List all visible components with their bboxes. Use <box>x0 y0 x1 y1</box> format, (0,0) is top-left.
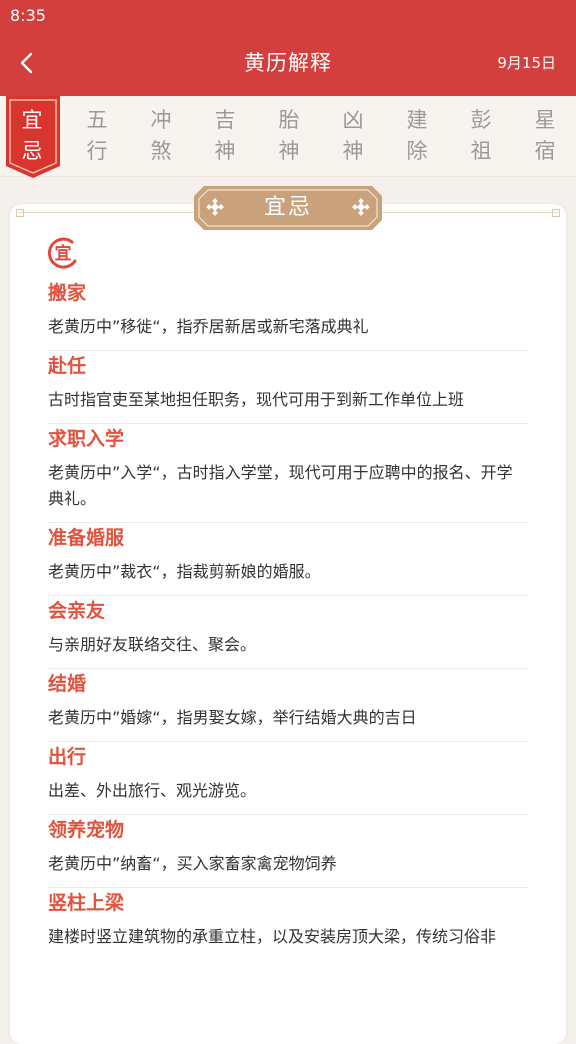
list-item: 搬家 老黄历中”移徙“，指乔居新居或新宅落成典礼 <box>48 278 528 351</box>
tab-xiongshen[interactable]: 凶神 <box>321 96 385 176</box>
title-bar: 黄历解释 9月15日 <box>0 30 576 96</box>
frame-corner-left <box>16 209 24 217</box>
entry-title: 结婚 <box>48 673 87 695</box>
entry-list: 搬家 老黄历中”移徙“，指乔居新居或新宅落成典礼 赴任 古时指官吏至某地担任职务… <box>48 278 528 960</box>
entry-title: 准备婚服 <box>48 527 125 549</box>
entry-title: 搬家 <box>48 282 87 304</box>
entry-description: 老黄历中”入学“，古时指入学堂，现代可用于应聘中的报名、开学典礼。 <box>48 463 513 508</box>
status-time: 8:35 <box>10 5 46 25</box>
list-item: 出行 出差、外出旅行、观光游览。 <box>48 742 528 815</box>
entry-description: 古时指官吏至某地担任职务，现代可用于到新工作单位上班 <box>48 390 465 409</box>
entry-title: 会亲友 <box>48 600 106 622</box>
tab-jianchu[interactable]: 建除 <box>385 96 449 176</box>
entry-description: 老黄历中”移徙“，指乔居新居或新宅落成典礼 <box>48 317 369 336</box>
list-item: 竖柱上梁 建楼时竖立建筑物的承重立柱，以及安装房顶大梁，传统习俗非 <box>48 888 528 960</box>
entry-title: 出行 <box>48 746 87 768</box>
status-bar: 8:35 <box>0 0 576 30</box>
list-item: 领养宠物 老黄历中”纳畜“，买入家畜家禽宠物饲养 <box>48 815 528 888</box>
date-label: 9月15日 <box>497 54 556 72</box>
entry-description: 建楼时竖立建筑物的承重立柱，以及安装房顶大梁，传统习俗非 <box>48 927 497 946</box>
entry-title: 竖柱上梁 <box>48 892 125 914</box>
tab-chongsha[interactable]: 冲煞 <box>129 96 193 176</box>
tab-label: 星宿 <box>534 108 556 163</box>
tab-label: 胎神 <box>278 108 300 163</box>
yi-badge: 宜 <box>46 236 80 270</box>
entry-description: 出差、外出旅行、观光游览。 <box>48 781 257 800</box>
tab-xingxiu[interactable]: 星宿 <box>513 96 576 176</box>
entry-description: 与亲朋好友联络交往、聚会。 <box>48 635 257 654</box>
tab-label: 凶神 <box>342 108 364 163</box>
tab-label: 吉神 <box>214 108 236 163</box>
entry-title: 领养宠物 <box>48 819 125 841</box>
yi-badge-label: 宜 <box>54 244 72 264</box>
section-title: 宜忌 <box>263 195 312 220</box>
frame-corner-right <box>552 209 560 217</box>
entry-title: 求职入学 <box>48 428 125 450</box>
tab-label: 宜忌 <box>21 108 43 163</box>
tab-wuxing[interactable]: 五行 <box>65 96 129 176</box>
list-item: 准备婚服 老黄历中”裁衣“，指裁剪新娘的婚服。 <box>48 523 528 596</box>
entry-description: 老黄历中”裁衣“，指裁剪新娘的婚服。 <box>48 562 321 581</box>
tab-label: 五行 <box>86 108 108 163</box>
tab-label: 冲煞 <box>150 108 172 163</box>
entry-title: 赴任 <box>48 355 87 377</box>
list-item: 求职入学 老黄历中”入学“，古时指入学堂，现代可用于应聘中的报名、开学典礼。 <box>48 424 528 523</box>
tab-bar: 宜忌 五行 冲煞 吉神 胎神 凶神 建除 彭祖 星宿 <box>0 96 576 178</box>
tab-jishen[interactable]: 吉神 <box>193 96 257 176</box>
tab-pengzu[interactable]: 彭祖 <box>449 96 513 176</box>
tab-yiji[interactable]: 宜忌 <box>2 96 62 178</box>
section-banner: 宜忌 <box>194 186 382 230</box>
tab-label: 彭祖 <box>470 108 492 163</box>
list-item: 会亲友 与亲朋好友联络交往、聚会。 <box>48 596 528 669</box>
list-item: 结婚 老黄历中”婚嫁“，指男娶女嫁，举行结婚大典的吉日 <box>48 669 528 742</box>
entry-description: 老黄历中”婚嫁“，指男娶女嫁，举行结婚大典的吉日 <box>48 708 417 727</box>
page-title: 黄历解释 <box>244 51 332 75</box>
tab-label: 建除 <box>406 108 428 163</box>
list-item: 赴任 古时指官吏至某地担任职务，现代可用于到新工作单位上班 <box>48 351 528 424</box>
tab-taishen[interactable]: 胎神 <box>257 96 321 176</box>
entry-description: 老黄历中”纳畜“，买入家畜家禽宠物饲养 <box>48 854 337 873</box>
back-button[interactable] <box>10 44 44 82</box>
chevron-left-icon <box>20 52 33 74</box>
